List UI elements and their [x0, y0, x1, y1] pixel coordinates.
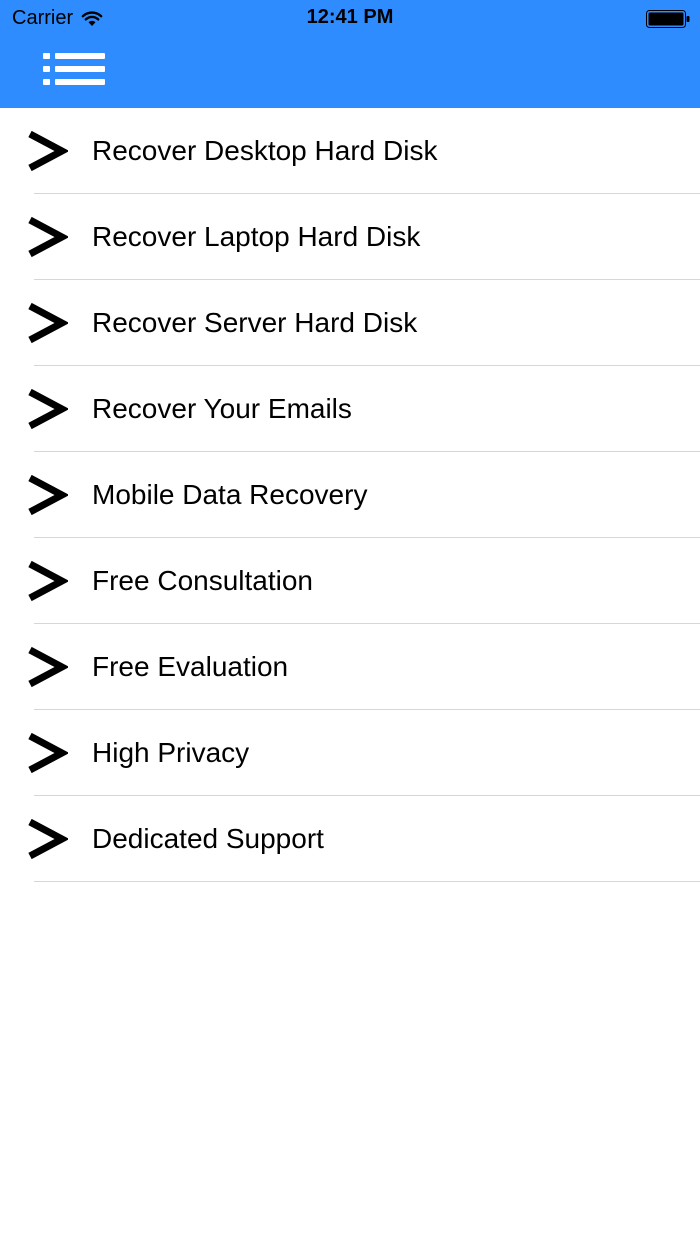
list-item-label: Dedicated Support	[92, 823, 324, 854]
list-item[interactable]: Recover Desktop Hard Disk	[0, 108, 700, 194]
list-item[interactable]: Recover Laptop Hard Disk	[0, 194, 700, 280]
chevron-right-icon	[28, 302, 68, 344]
list-item-label: Free Evaluation	[92, 651, 289, 682]
chevron-right-icon	[28, 818, 68, 860]
list-item[interactable]: Free Consultation	[0, 538, 700, 624]
list-item[interactable]: Free Evaluation	[0, 624, 700, 710]
chevron-right-icon	[28, 646, 68, 688]
battery-icon	[646, 10, 690, 28]
list-item-label: Recover Laptop Hard Disk	[92, 221, 421, 252]
list-item-label: Recover Desktop Hard Disk	[92, 135, 438, 166]
nav-header: Carrier 12:41 PM	[0, 0, 700, 108]
list-item[interactable]: Recover Your Emails	[0, 366, 700, 452]
chevron-right-icon	[28, 216, 68, 258]
chevron-right-icon	[28, 732, 68, 774]
list-item-label: Free Consultation	[92, 565, 314, 596]
list-item[interactable]: Recover Server Hard Disk	[0, 280, 700, 366]
chevron-right-icon	[28, 474, 68, 516]
chevron-right-icon	[28, 388, 68, 430]
list-item-label: High Privacy	[92, 737, 250, 768]
chevron-right-icon	[28, 130, 68, 172]
chevron-right-icon	[28, 560, 68, 602]
list-item-label: Mobile Data Recovery	[92, 479, 368, 510]
list-menu-icon	[43, 53, 105, 85]
menu-button[interactable]	[40, 46, 110, 92]
status-bar: Carrier 12:41 PM	[0, 0, 700, 38]
list-item[interactable]: High Privacy	[0, 710, 700, 796]
list-item[interactable]: Dedicated Support	[0, 796, 700, 882]
list-item-label: Recover Server Hard Disk	[92, 307, 418, 338]
status-time: 12:41 PM	[306, 6, 394, 28]
list-item-label: Recover Your Emails	[92, 393, 352, 424]
list-item[interactable]: Mobile Data Recovery	[0, 452, 700, 538]
menu-list: Recover Desktop Hard Disk Recover Laptop …	[0, 108, 700, 882]
